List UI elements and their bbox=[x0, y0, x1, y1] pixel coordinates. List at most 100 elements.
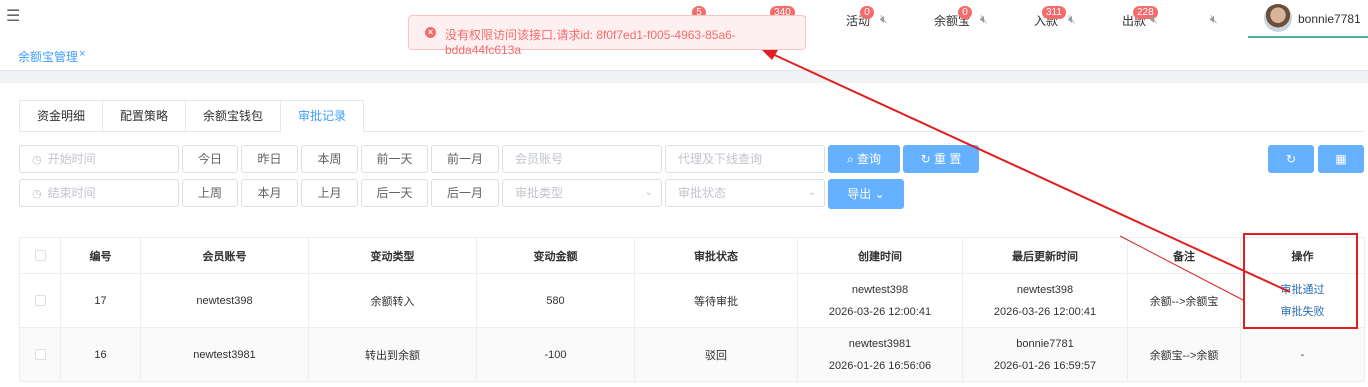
query-label: 查询 bbox=[857, 152, 882, 166]
sub-tabs: 资金明细 配置策略 余额宝钱包 审批记录 bbox=[19, 100, 1364, 132]
reset-label: 重 置 bbox=[934, 152, 962, 166]
next-month-button[interactable]: 后一月 bbox=[431, 179, 499, 207]
header-amount: 变动金额 bbox=[476, 237, 635, 274]
today-button[interactable]: 今日 bbox=[182, 145, 238, 173]
yesterday-button[interactable]: 昨日 bbox=[241, 145, 298, 173]
approval-status-select[interactable]: 审批状态 ⌄ bbox=[665, 179, 825, 207]
updated-at: 2026-01-26 16:59:57 bbox=[993, 359, 1097, 372]
export-label: 导出 bbox=[847, 187, 872, 201]
mute-icon[interactable]: 🔇︎ bbox=[1210, 12, 1224, 26]
column-settings-button[interactable]: ▦ bbox=[1318, 145, 1364, 173]
last-month-button[interactable]: 上月 bbox=[301, 179, 358, 207]
next-day-button[interactable]: 后一天 bbox=[361, 179, 428, 207]
this-month-button[interactable]: 本月 bbox=[241, 179, 298, 207]
menu-toggle-icon[interactable]: ☰ bbox=[6, 9, 20, 25]
tab-approval-records[interactable]: 审批记录 bbox=[280, 100, 365, 132]
cell-amount: -100 bbox=[476, 327, 635, 382]
tab-yuebao-wallet[interactable]: 余额宝钱包 bbox=[185, 100, 281, 132]
created-by: newtest3981 bbox=[848, 337, 912, 350]
reset-button[interactable]: ↻ 重 置 bbox=[903, 145, 979, 173]
search-icon: ⌕ bbox=[846, 152, 854, 166]
mute-icon[interactable]: 🔇︎ bbox=[880, 12, 894, 26]
mute-icon[interactable]: 🔇︎ bbox=[1150, 12, 1164, 26]
row-checkbox[interactable] bbox=[34, 295, 46, 307]
refresh-icon: ↻ bbox=[920, 152, 931, 166]
mute-icon[interactable]: 🔇︎ bbox=[980, 12, 994, 26]
header-remark: 备注 bbox=[1127, 237, 1241, 274]
mute-icon[interactable]: 🔇︎ bbox=[1068, 12, 1082, 26]
cell-updated: newtest398 2026-03-26 12:00:41 bbox=[962, 273, 1128, 328]
end-time-placeholder: 结束时间 bbox=[47, 186, 96, 200]
last-week-button[interactable]: 上周 bbox=[182, 179, 238, 207]
created-at: 2026-01-26 16:56:06 bbox=[828, 359, 932, 372]
select-all-checkbox[interactable] bbox=[34, 250, 46, 262]
page-tab-yuebao[interactable]: 余额宝管理 bbox=[18, 48, 78, 65]
notification-badge: 311 bbox=[1042, 6, 1066, 19]
notification-badge: 0 bbox=[958, 6, 972, 19]
agent-query-input[interactable]: 代理及下线查询 bbox=[665, 145, 825, 173]
updated-by: newtest398 bbox=[1016, 283, 1074, 296]
tab-fund-detail[interactable]: 资金明细 bbox=[19, 100, 103, 132]
header-account: 会员账号 bbox=[140, 237, 309, 274]
approval-status-placeholder: 审批状态 bbox=[678, 186, 727, 200]
cell-remark: 余额宝-->余额 bbox=[1127, 327, 1241, 382]
cell-type: 转出到余额 bbox=[308, 327, 477, 382]
tab-config-strategy[interactable]: 配置策略 bbox=[102, 100, 186, 132]
prev-day-button[interactable]: 前一天 bbox=[361, 145, 428, 173]
cell-account[interactable]: newtest3981 bbox=[140, 327, 309, 382]
chevron-down-icon: ⌄ bbox=[874, 187, 885, 201]
row-select-cell[interactable] bbox=[19, 273, 61, 328]
approval-type-placeholder: 审批类型 bbox=[515, 186, 564, 200]
cell-amount: 580 bbox=[476, 273, 635, 328]
header-created: 创建时间 bbox=[797, 237, 963, 274]
cell-account[interactable]: newtest398 bbox=[140, 273, 309, 328]
header-status: 审批状态 bbox=[634, 237, 798, 274]
this-week-button[interactable]: 本周 bbox=[301, 145, 358, 173]
cell-created: newtest398 2026-03-26 12:00:41 bbox=[797, 273, 963, 328]
error-alert: × 没有权限访问该接口,请求id: 8f0f7ed1-f005-4963-85a… bbox=[408, 15, 806, 57]
cell-action: - bbox=[1240, 327, 1365, 382]
updated-at: 2026-03-26 12:00:41 bbox=[993, 305, 1097, 318]
notification-badge: 0 bbox=[860, 6, 874, 19]
created-at: 2026-03-26 12:00:41 bbox=[828, 305, 932, 318]
refresh-table-button[interactable]: ↻ bbox=[1268, 145, 1314, 173]
highlight-box bbox=[1243, 233, 1358, 329]
clock-icon: ◷ bbox=[32, 188, 42, 200]
user-menu[interactable]: bonnie7781 bbox=[1248, 0, 1368, 38]
start-time-input[interactable]: ◷ 开始时间 bbox=[19, 145, 179, 173]
chevron-down-icon: ⌄ bbox=[807, 187, 816, 198]
cell-id: 17 bbox=[60, 273, 141, 328]
export-button[interactable]: 导出 ⌄ bbox=[828, 179, 904, 209]
cell-created: newtest3981 2026-01-26 16:56:06 bbox=[797, 327, 963, 382]
clock-icon: ◷ bbox=[32, 154, 42, 166]
error-icon: × bbox=[425, 27, 436, 38]
end-time-input[interactable]: ◷ 结束时间 bbox=[19, 179, 179, 207]
approval-records-table: 编号 会员账号 变动类型 变动金额 审批状态 创建时间 最后更新时间 备注 操作… bbox=[19, 237, 1365, 382]
divider bbox=[0, 71, 1368, 83]
approval-type-select[interactable]: 审批类型 ⌄ bbox=[502, 179, 662, 207]
cell-status: 等待审批 bbox=[634, 273, 798, 328]
chevron-down-icon: ⌄ bbox=[644, 187, 653, 198]
table-row: 17 newtest398 余额转入 580 等待审批 newtest398 2… bbox=[19, 273, 1365, 328]
row-checkbox[interactable] bbox=[34, 349, 46, 361]
error-message: 没有权限访问该接口,请求id: 8f0f7ed1-f005-4963-85a6-… bbox=[445, 28, 736, 57]
header-updated: 最后更新时间 bbox=[962, 237, 1128, 274]
close-icon[interactable]: × bbox=[79, 48, 85, 60]
cell-type: 余额转入 bbox=[308, 273, 477, 328]
grid-icon: ▦ bbox=[1335, 152, 1347, 166]
table-row: 16 newtest3981 转出到余额 -100 驳回 newtest3981… bbox=[19, 327, 1365, 382]
refresh-icon: ↻ bbox=[1285, 152, 1297, 166]
cell-status: 驳回 bbox=[634, 327, 798, 382]
cell-remark: 余额-->余额宝 bbox=[1127, 273, 1241, 328]
table-header-row: 编号 会员账号 变动类型 变动金额 审批状态 创建时间 最后更新时间 备注 操作 bbox=[19, 237, 1365, 274]
start-time-placeholder: 开始时间 bbox=[47, 152, 96, 166]
select-all-cell[interactable] bbox=[19, 237, 61, 274]
query-button[interactable]: ⌕ 查询 bbox=[828, 145, 900, 173]
created-by: newtest398 bbox=[851, 283, 909, 296]
username: bonnie7781 bbox=[1298, 12, 1361, 26]
row-select-cell[interactable] bbox=[19, 327, 61, 382]
prev-month-button[interactable]: 前一月 bbox=[431, 145, 499, 173]
header-type: 变动类型 bbox=[308, 237, 477, 274]
updated-by: bonnie7781 bbox=[1016, 337, 1074, 350]
member-account-input[interactable]: 会员账号 bbox=[502, 145, 662, 173]
